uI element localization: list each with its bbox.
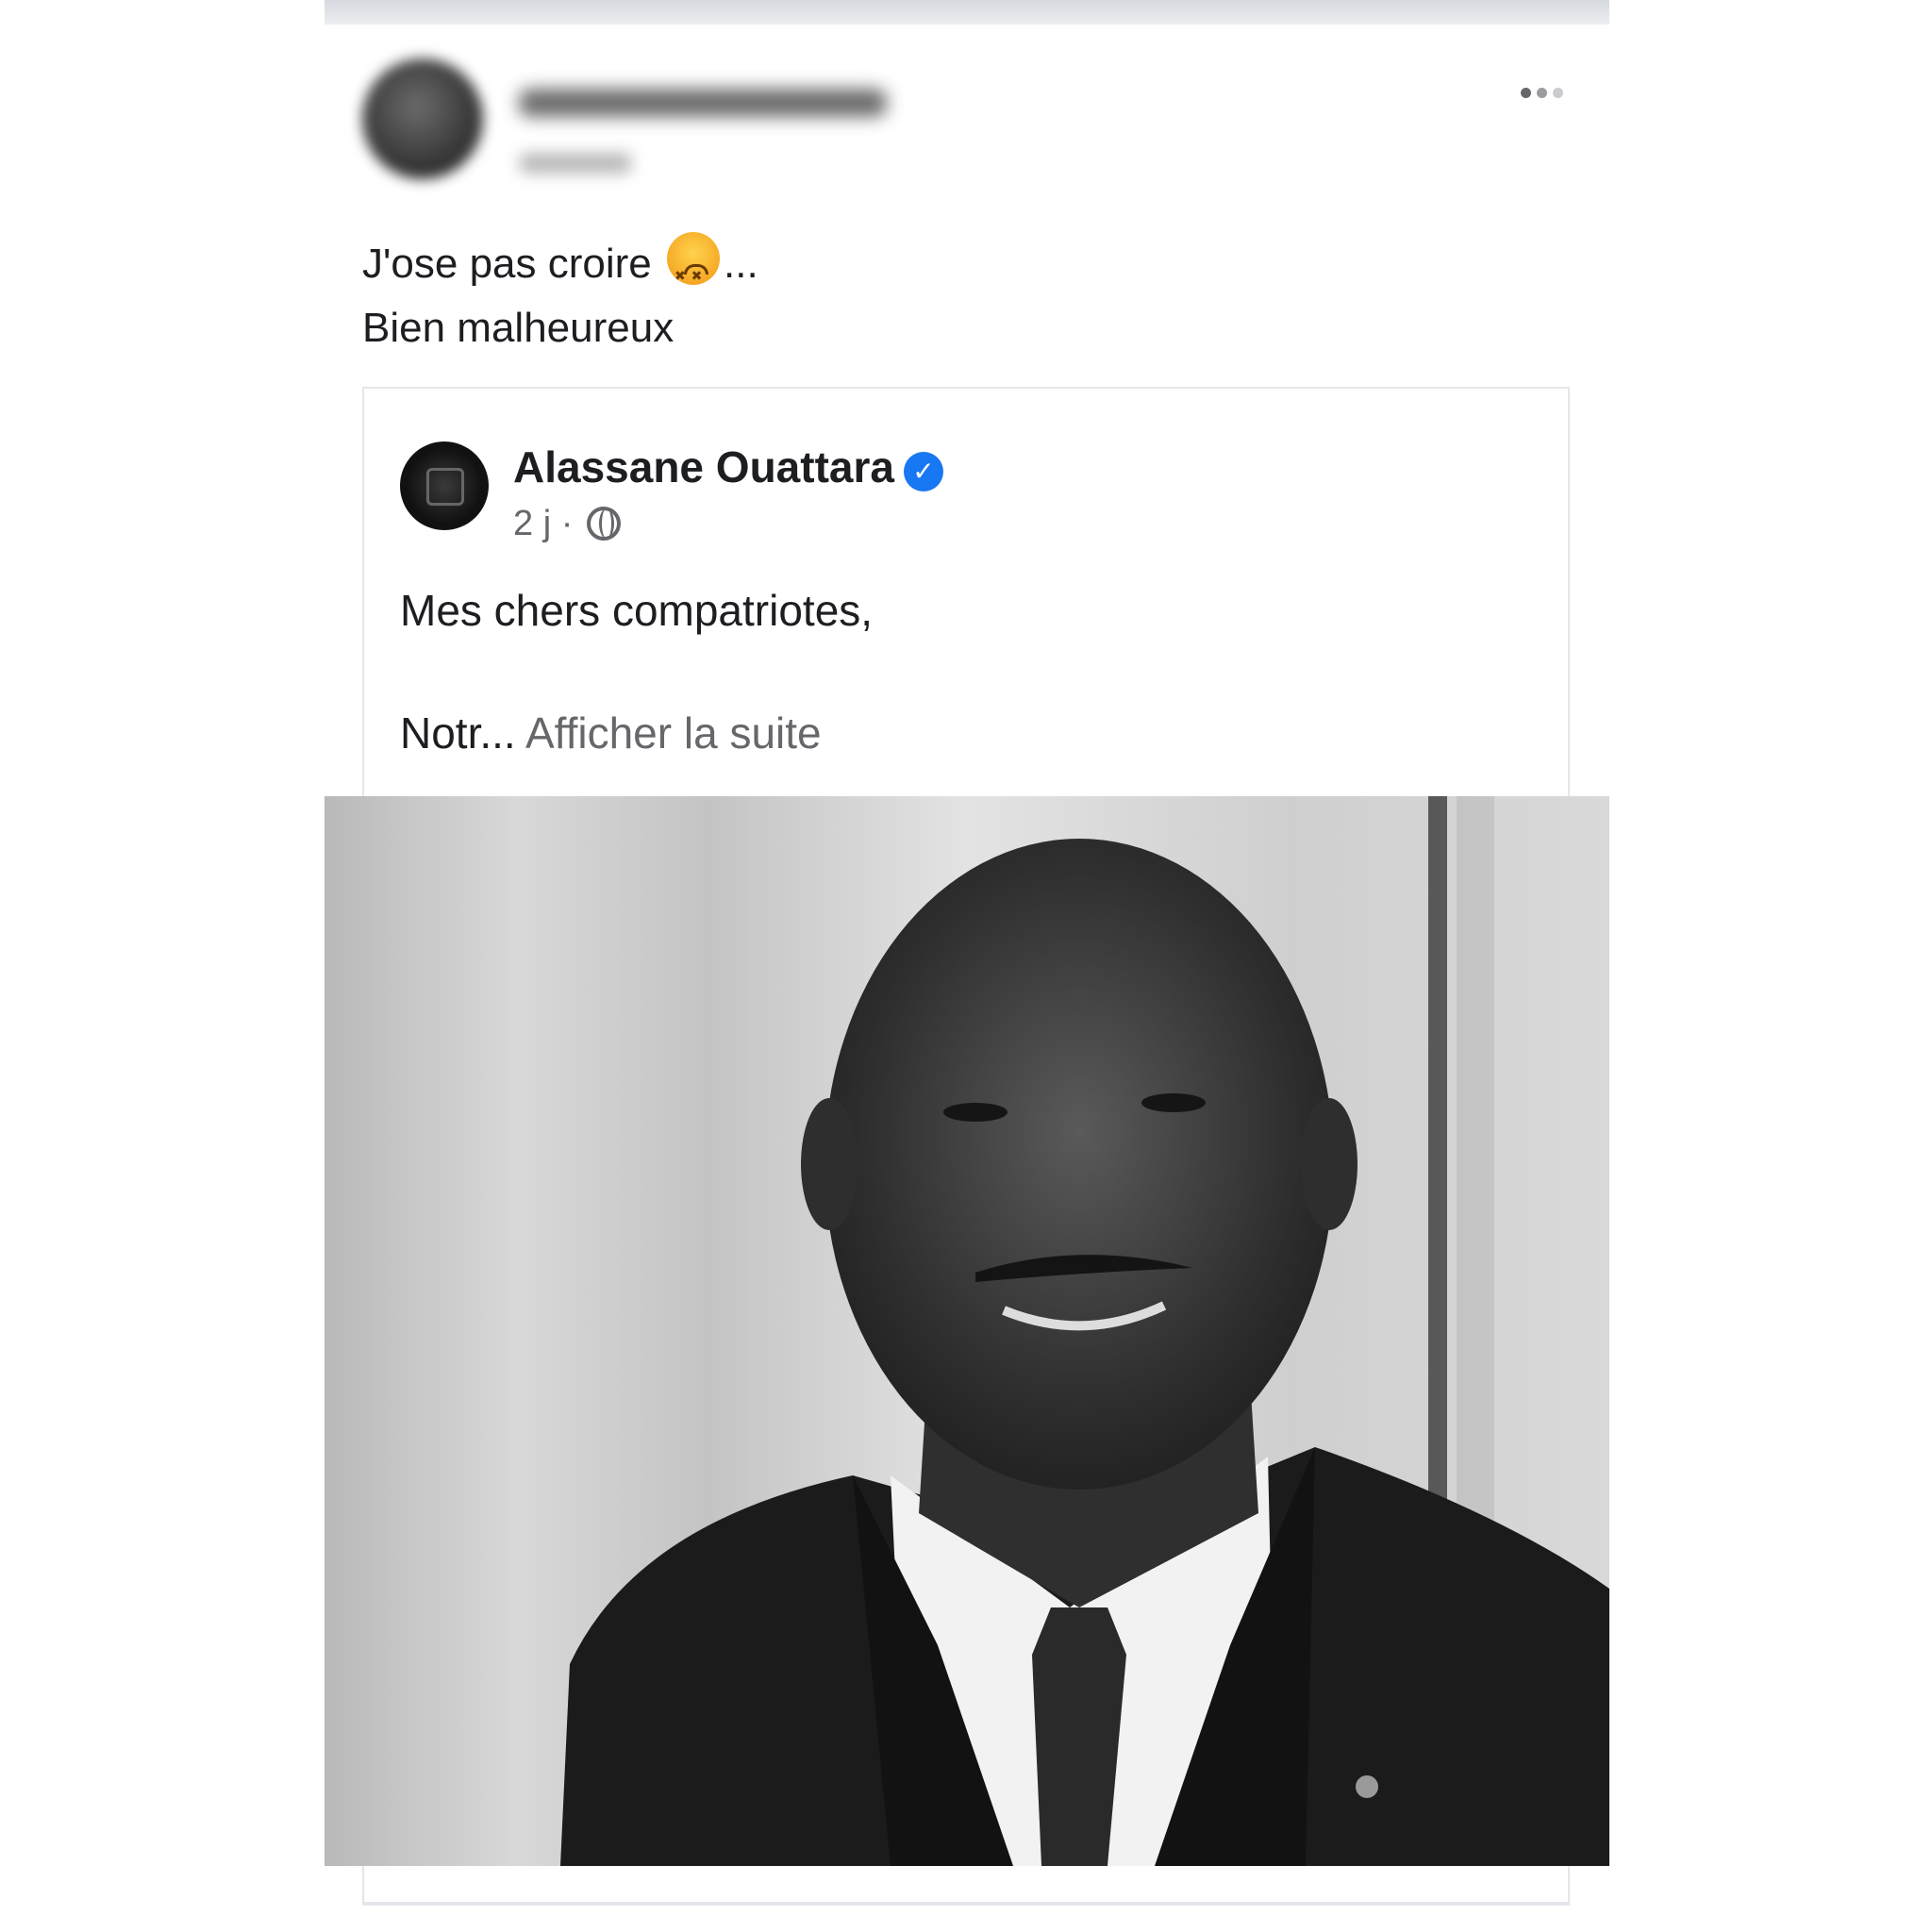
post-author-row <box>362 58 1570 200</box>
portrait-photo <box>560 796 1609 1866</box>
page-name[interactable]: Alassane Ouattara ✓ <box>513 441 943 492</box>
top-bar <box>325 0 1609 25</box>
post-text: J'ose pas croire ... Bien malheureux <box>362 232 1494 360</box>
shared-post-greeting: Mes chers compatriotes, <box>400 586 874 635</box>
persevering-face-emoji-icon <box>667 232 720 308</box>
page-avatar[interactable] <box>400 441 489 530</box>
post-text-line-2: Bien malheureux <box>362 305 675 351</box>
verified-badge-icon: ✓ <box>903 452 943 491</box>
facebook-post-screenshot: J'ose pas croire ... Bien malheureux Ala… <box>325 0 1609 1932</box>
more-options-icon[interactable] <box>1521 81 1577 104</box>
shared-post-excerpt: Notr... Afficher la suite <box>400 708 822 758</box>
see-more-link[interactable]: Afficher la suite <box>525 708 822 758</box>
shared-post-photo[interactable] <box>325 796 1609 1866</box>
globe-icon <box>586 507 621 541</box>
post-time[interactable]: 2 j <box>513 504 551 543</box>
author-avatar-blurred[interactable] <box>362 58 483 179</box>
post-text-line-1: J'ose pas croire ... <box>362 232 1494 308</box>
shared-post-meta: 2 j · <box>513 504 621 544</box>
author-name-blurred[interactable] <box>519 89 887 117</box>
card-bottom-edge <box>362 1866 1570 1904</box>
post-meta-blurred <box>519 153 632 174</box>
meta-separator: · <box>560 504 574 543</box>
